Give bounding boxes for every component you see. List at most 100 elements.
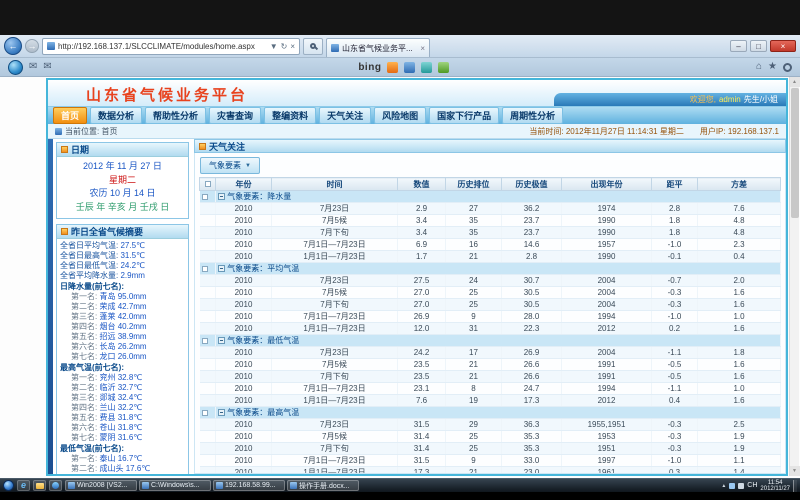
data-row[interactable]: 20107月5候23.52126.61991-0.51.6	[200, 359, 781, 371]
ie-taskbar-icon[interactable]: e	[17, 480, 30, 491]
column-header-2[interactable]: 时间	[272, 178, 398, 191]
nav-item-2[interactable]: 数据分析	[90, 107, 142, 124]
data-row[interactable]: 20107月1日—7月23日31.5933.01997-1.01.1	[200, 455, 781, 467]
close-button[interactable]: ×	[770, 40, 796, 52]
nav-item-6[interactable]: 天气关注	[319, 107, 371, 124]
summary-panel-header: 昨日全省气候摘要	[57, 225, 188, 239]
data-row[interactable]: 20107月5候3.43523.719901.84.8	[200, 215, 781, 227]
language-indicator[interactable]: CH	[747, 482, 757, 489]
mail-icon-2[interactable]: ✉	[43, 62, 51, 72]
maximize-button[interactable]: □	[750, 40, 767, 52]
data-row[interactable]: 20107月23日2.92736.219742.87.6	[200, 203, 781, 215]
main-nav: 首页数据分析帮助性分析灾害查询整编资料天气关注风险地图国家下行产品周期性分析	[48, 106, 786, 124]
data-row[interactable]: 20107月23日27.52430.72004-0.72.0	[200, 275, 781, 287]
expander-icon[interactable]	[218, 337, 225, 344]
clock[interactable]: 11:54 2012/11/27	[760, 480, 790, 492]
nav-item-4[interactable]: 灾害查询	[209, 107, 261, 124]
group-checkbox[interactable]	[202, 338, 208, 344]
data-row[interactable]: 20107月下旬23.52126.61991-0.51.6	[200, 371, 781, 383]
data-row[interactable]: 20107月23日31.52936.31955,1951-0.32.5	[200, 419, 781, 431]
taskbar-button-3[interactable]: 192.168.58.99...	[213, 480, 285, 491]
sidebar: 日期 2012 年 11 月 27 日 星期二 农历 10 月 14 日 壬辰 …	[53, 139, 191, 474]
favorites-star-icon[interactable]: ★	[768, 62, 777, 72]
search-button[interactable]	[303, 38, 323, 55]
column-header-3[interactable]: 数值	[398, 178, 446, 191]
group-row[interactable]: 气象要素：降水量	[200, 191, 781, 203]
nav-item-1[interactable]: 首页	[53, 107, 87, 124]
show-desktop-button[interactable]	[793, 480, 797, 492]
data-row[interactable]: 20107月5候27.02530.52004-0.31.6	[200, 287, 781, 299]
forward-button[interactable]: →	[25, 39, 39, 53]
element-filter-button[interactable]: 气象要素 ▼	[200, 157, 260, 174]
address-dropdown-icon[interactable]: ▼	[270, 42, 278, 51]
settings-gear-icon[interactable]	[783, 63, 792, 72]
toolbar-app-icon-2[interactable]	[421, 62, 432, 73]
group-checkbox[interactable]	[202, 266, 208, 272]
column-header-8[interactable]: 方差	[698, 178, 781, 191]
nav-item-5[interactable]: 整编资料	[264, 107, 316, 124]
address-bar[interactable]: http://192.168.137.1/SLCCLIMATE/modules/…	[42, 38, 300, 55]
column-header-1[interactable]: 年份	[216, 178, 272, 191]
taskbar-button-2[interactable]: C:\Windows\s...	[139, 480, 211, 491]
scroll-down-icon[interactable]: ▼	[790, 466, 800, 476]
column-header-6[interactable]: 出现年份	[562, 178, 652, 191]
data-row[interactable]: 20107月1日—7月23日26.9928.01994-1.01.0	[200, 311, 781, 323]
nav-item-8[interactable]: 国家下行产品	[429, 107, 499, 124]
data-row[interactable]: 20107月23日24.21726.92004-1.11.8	[200, 347, 781, 359]
rank-item: 第七名: 蒙阴 31.6℃	[60, 433, 188, 443]
start-button[interactable]	[3, 480, 14, 491]
site-logo-icon[interactable]	[8, 60, 23, 75]
scrollbar-thumb[interactable]	[791, 88, 799, 218]
group-row[interactable]: 气象要素：最低气温	[200, 335, 781, 347]
date-panel: 日期 2012 年 11 月 27 日 星期二 农历 10 月 14 日 壬辰 …	[56, 142, 189, 219]
refresh-icon[interactable]: ↻	[281, 42, 288, 51]
bing-tile-icon[interactable]	[387, 62, 398, 73]
data-row[interactable]: 20107月1日—7月23日6.91614.61957-1.02.3	[200, 239, 781, 251]
taskbar-button-1[interactable]: Win2008 [VS2...	[65, 480, 137, 491]
back-button[interactable]: ←	[4, 37, 22, 55]
minimize-button[interactable]: –	[730, 40, 747, 52]
explorer-taskbar-icon[interactable]	[33, 480, 46, 491]
bing-logo[interactable]: bing	[358, 62, 381, 73]
group-row[interactable]: 气象要素：最高气温	[200, 407, 781, 419]
nav-item-3[interactable]: 帮助性分析	[145, 107, 206, 124]
data-row[interactable]: 20107月1日—7月23日23.1824.71994-1.11.0	[200, 383, 781, 395]
data-row[interactable]: 20107月下旬3.43523.719901.84.8	[200, 227, 781, 239]
network-icon[interactable]	[729, 483, 735, 489]
taskbar-button-4[interactable]: 操作手册.docx...	[287, 480, 359, 491]
expander-icon[interactable]	[218, 409, 225, 416]
mail-icon[interactable]: ✉	[29, 62, 37, 72]
column-header-7[interactable]: 距平	[652, 178, 698, 191]
data-row[interactable]: 20101月1日—7月23日12.03122.320120.21.6	[200, 323, 781, 335]
taskbar: e Win2008 [VS2...C:\Windows\s...192.168.…	[0, 478, 800, 492]
media-taskbar-icon[interactable]	[49, 480, 62, 491]
data-row[interactable]: 20101月1日—7月23日1.7212.81990-0.10.4	[200, 251, 781, 263]
volume-icon[interactable]	[738, 483, 744, 489]
data-row[interactable]: 20107月5候31.42535.31953-0.31.9	[200, 431, 781, 443]
data-row[interactable]: 20101月1日—7月23日17.32123.019610.31.4	[200, 467, 781, 475]
column-header-4[interactable]: 历史排位	[446, 178, 502, 191]
toolbar-app-icon-3[interactable]	[438, 62, 449, 73]
stop-icon[interactable]: ×	[290, 42, 295, 51]
data-row[interactable]: 20101月1日—7月23日7.61917.320120.41.6	[200, 395, 781, 407]
group-row[interactable]: 气象要素：平均气温	[200, 263, 781, 275]
data-row[interactable]: 20107月下旬27.02530.52004-0.31.6	[200, 299, 781, 311]
url-text[interactable]: http://192.168.137.1/SLCCLIMATE/modules/…	[58, 42, 267, 51]
group-checkbox[interactable]	[202, 194, 208, 200]
select-all-checkbox[interactable]	[205, 181, 211, 187]
column-header-5[interactable]: 历史极值	[502, 178, 562, 191]
tray-expand-icon[interactable]: ▲	[721, 483, 726, 489]
data-row[interactable]: 20107月下旬31.42535.31951-0.31.9	[200, 443, 781, 455]
expander-icon[interactable]	[218, 265, 225, 272]
nav-item-9[interactable]: 周期性分析	[502, 107, 563, 124]
tab-close-icon[interactable]: ×	[420, 44, 425, 53]
user-ip: 用户IP: 192.168.137.1	[700, 126, 779, 137]
nav-item-7[interactable]: 风险地图	[374, 107, 426, 124]
toolbar-app-icon-1[interactable]	[404, 62, 415, 73]
expander-icon[interactable]	[218, 193, 225, 200]
group-checkbox[interactable]	[202, 410, 208, 416]
scroll-up-icon[interactable]: ▲	[790, 77, 800, 87]
page-scrollbar[interactable]: ▲ ▼	[789, 77, 799, 476]
browser-tab[interactable]: 山东省气候业务平... ×	[326, 38, 430, 57]
home-icon[interactable]: ⌂	[756, 62, 762, 72]
